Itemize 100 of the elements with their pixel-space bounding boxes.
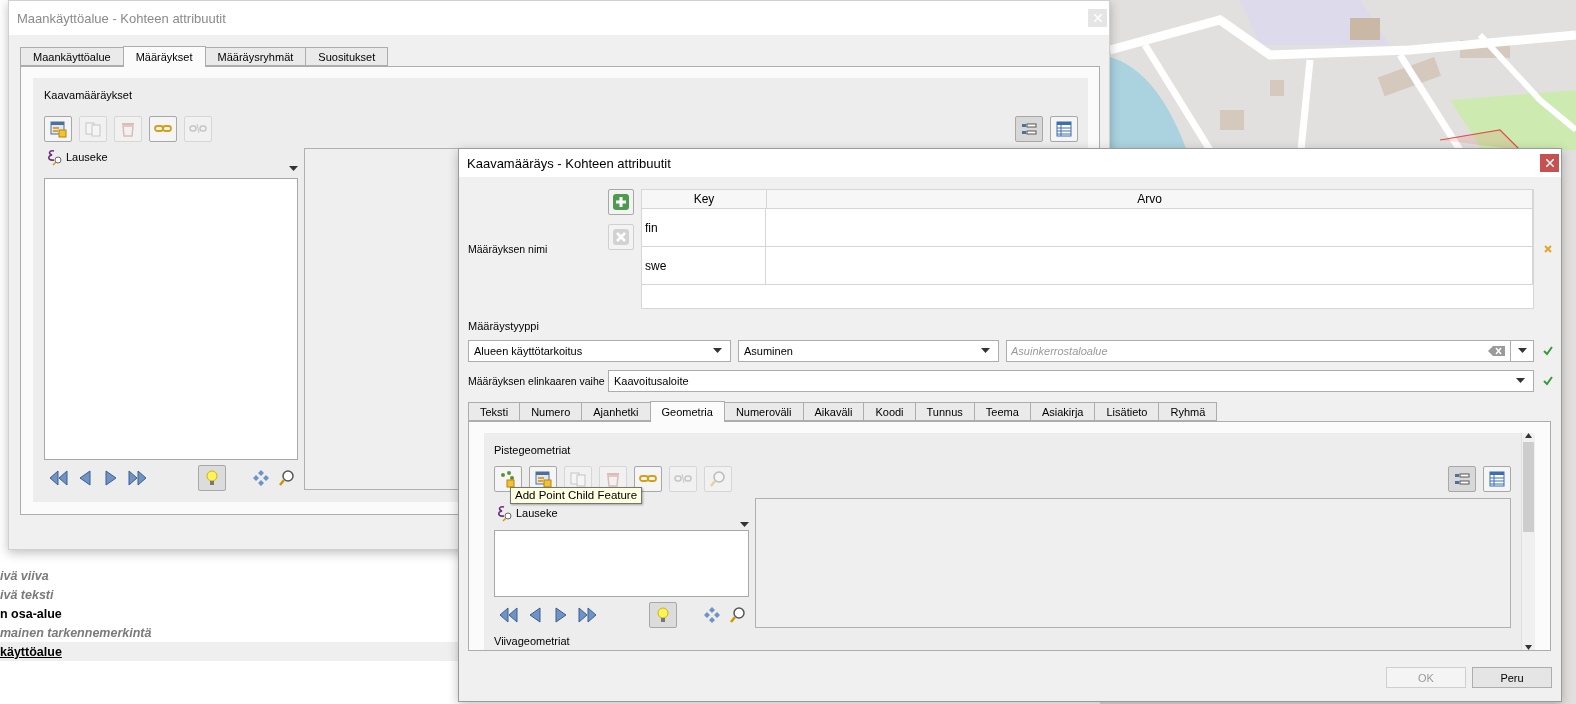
pan-icon (703, 606, 721, 624)
layer-name: ivä viiva (0, 568, 49, 583)
toolbar-button[interactable] (149, 116, 177, 142)
close-icon (1545, 159, 1554, 167)
close-button[interactable] (1540, 154, 1559, 172)
invalid-icon (1543, 245, 1552, 253)
feature-list[interactable] (494, 530, 749, 597)
first-button[interactable] (498, 604, 520, 626)
toolbar-button[interactable] (44, 116, 72, 142)
plus-icon (612, 193, 630, 211)
layer-name: käyttöalue (0, 644, 62, 659)
layer-row[interactable]: ivä teksti (0, 585, 458, 604)
close-icon (1093, 14, 1102, 22)
field-label: Määräyksen nimi (468, 243, 549, 255)
first-icon (48, 467, 70, 488)
section-title: Viivageometriat (494, 634, 571, 648)
table-cell: fin (642, 209, 766, 246)
highlight-button[interactable] (649, 602, 677, 628)
field-label: Määräystyyppi (468, 319, 540, 333)
tab[interactable]: Teksti (468, 402, 521, 421)
dropdown-button[interactable] (1511, 340, 1534, 362)
window-title: Maankäyttöalue - Kohteen attribuutit (17, 10, 226, 26)
tab[interactable]: Lisätieto (1094, 402, 1160, 421)
tab[interactable]: Suositukset (305, 47, 389, 66)
magnifier-icon (709, 470, 727, 488)
column-header: Key (642, 190, 767, 208)
dropdown-arrow-icon (713, 348, 722, 354)
tab[interactable]: Geometria (649, 401, 725, 422)
next-icon (103, 467, 119, 488)
tab[interactable]: Koodi (863, 402, 916, 421)
check-icon (1542, 346, 1553, 356)
search-input[interactable]: Asuinkerrostaloalue (1011, 345, 1488, 357)
lightbulb-icon (203, 468, 221, 487)
table-cell: swe (642, 247, 766, 284)
toolbar-button[interactable] (494, 466, 522, 492)
dropdown-arrow-icon (1516, 378, 1525, 384)
form-add-icon (49, 120, 67, 138)
view-toggle-button[interactable] (1448, 466, 1476, 492)
pan-icon (252, 468, 270, 487)
lightbulb-icon (654, 606, 672, 624)
expression-dropdown-icon (289, 166, 298, 172)
expression-label: Lauseke (516, 507, 558, 519)
layer-name: mainen tarkennemerkintä (0, 625, 152, 640)
copy-icon (569, 470, 587, 488)
layer-name: n osa-alue (0, 606, 62, 621)
scrollbar[interactable] (1521, 433, 1535, 650)
tab[interactable]: Maankäyttöalue (20, 47, 124, 66)
add-row-button[interactable] (608, 189, 634, 215)
last-icon (576, 605, 598, 625)
tab[interactable]: Teema (973, 402, 1031, 421)
tab[interactable]: Ajanhetki (581, 402, 651, 421)
dropdown-arrow-icon (1517, 348, 1527, 354)
toolbar-button[interactable] (634, 466, 662, 492)
layer-name: ivä teksti (0, 587, 54, 602)
tab[interactable]: Ryhmä (1158, 402, 1218, 421)
expression-label: Lauseke (66, 151, 108, 163)
search-field[interactable]: Asuinkerrostaloalue (1006, 340, 1511, 362)
section-title: Kaavamääräykset (44, 88, 134, 102)
scroll-down-icon (1525, 645, 1532, 650)
tab[interactable]: Numeroväli (723, 402, 804, 421)
clear-icon (1488, 345, 1506, 357)
view-toggle-button[interactable] (1015, 116, 1043, 142)
previous-icon (77, 467, 93, 488)
tab[interactable]: Tunnus (914, 402, 975, 421)
tab[interactable]: Aikaväli (802, 402, 865, 421)
table-view-icon (1055, 120, 1073, 138)
combo-box[interactable]: Kaavoitusaloite (608, 370, 1534, 392)
highlight-button[interactable] (198, 464, 226, 491)
expression-dropdown-icon (740, 522, 749, 528)
tab[interactable]: Määräysryhmät (204, 47, 307, 66)
layer-row[interactable]: käyttöalue (0, 642, 458, 661)
last-icon (126, 467, 148, 488)
trash-icon (119, 120, 137, 138)
scroll-up-icon (1525, 433, 1532, 438)
magnifier-icon (729, 606, 747, 624)
dialog-title: Kaavamääräys - Kohteen attribuutit (467, 155, 671, 171)
combo-box[interactable]: Alueen käyttötarkoitus (468, 340, 731, 362)
tab[interactable]: Määräykset (122, 46, 206, 67)
view-toggle-button[interactable] (1483, 466, 1511, 492)
section-title: Pistegeometriat (494, 443, 572, 457)
layer-row[interactable]: ivä viiva (0, 566, 458, 585)
trash-icon (604, 470, 622, 488)
combo-box[interactable]: Asuminen (738, 340, 999, 362)
points-add-icon (499, 470, 517, 488)
first-icon (498, 605, 520, 625)
dialog-button[interactable]: Peru (1472, 667, 1552, 688)
layer-row[interactable]: n osa-alue (0, 604, 458, 623)
dropdown-arrow-icon (981, 348, 990, 354)
column-header: Arvo (767, 190, 1533, 208)
view-toggle-button[interactable] (1050, 116, 1078, 142)
tab[interactable]: Asiakirja (1029, 402, 1096, 421)
remove-icon (612, 228, 630, 246)
tooltip: Add Point Child Feature (510, 487, 643, 504)
form-view-icon (1020, 120, 1038, 138)
layer-row[interactable]: mainen tarkennemerkintä (0, 623, 458, 642)
tab[interactable]: Numero (519, 402, 583, 421)
table-view-icon (1488, 470, 1506, 488)
last-button[interactable] (576, 604, 598, 626)
form-view-icon (1453, 470, 1471, 488)
copy-icon (84, 120, 102, 138)
